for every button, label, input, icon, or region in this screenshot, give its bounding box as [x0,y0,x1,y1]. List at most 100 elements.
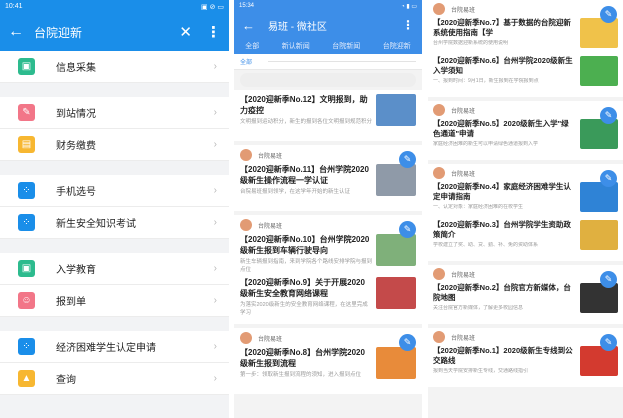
article-title[interactable]: 【2020迎新季No.4】家庭经济困难学生认定申请指南 [433,182,576,202]
article-item[interactable]: 【2020迎新季No.12】文明报到，助力疫控文明报到运动积分，新生的报到各位文… [240,94,416,134]
article-title[interactable]: 【2020迎新季No.6】台州学院2020级新生入学须知 [433,56,576,76]
menu-item[interactable]: ▲ 查询 › [0,363,229,395]
channel-tab[interactable]: 台院新闻 [332,41,360,51]
avatar[interactable] [433,104,445,116]
article-item[interactable]: 【2020迎新季No.7】基于数据的台院迎新系统使用指南【学 台州学院数据迎新系统… [433,18,618,54]
status-icons: ▣ ⊘ ▭ [201,3,224,11]
menu-item[interactable]: ▣ 信息采集 › [0,51,229,83]
search-bar[interactable] [240,73,416,87]
article-thumbnail[interactable] [580,119,618,149]
author-name: 台院易班 [451,108,476,115]
compose-pencil-icon[interactable]: ✎ [399,221,416,238]
author-name: 台院易班 [451,7,476,14]
article-item[interactable]: 【2020迎新季No.9】关于开展2020级新生安全教育网络课程为落实2020级… [240,277,416,317]
article-summary: 文明报到运动积分，新生的报到各位文明报到规范积分 [240,119,372,125]
menu-item[interactable]: ▤ 财务缴费 › [0,129,229,161]
chevron-right-icon: › [213,139,217,150]
avatar[interactable] [240,219,252,231]
article-title[interactable]: 【2020迎新季No.12】文明报到，助力疫控 [240,94,372,116]
article-item[interactable]: 【2020迎新季No.10】台州学院2020级新生报到车辆行驶导向 新生车辆报到指… [240,234,416,274]
chevron-right-icon: › [213,217,217,228]
compose-pencil-icon[interactable]: ✎ [399,151,416,168]
post-card: 台院易班【2020迎新季No.5】2020级新生入学"绿色通道"申请 家庭经济困难… [428,101,623,160]
post-author: 台院易班 [433,167,618,179]
article-item[interactable]: 【2020迎新季No.1】2020级新生专线到公交路线 报到当天学院安排新生专线，… [433,346,618,382]
menu-item[interactable]: ☺ 报到单 › [0,285,229,317]
article-thumbnail[interactable] [580,18,618,48]
article-thumbnail[interactable] [580,283,618,313]
menu-item[interactable]: ▣ 入学教育 › [0,253,229,285]
more-options-icon[interactable]: ⋮ [402,18,414,32]
author-name: 台院易班 [451,335,476,342]
chevron-right-icon: › [213,373,217,384]
avatar[interactable] [433,331,445,343]
article-thumbnail[interactable] [580,182,618,212]
compose-pencil-icon[interactable]: ✎ [600,271,617,288]
avatar[interactable] [240,149,252,161]
menu-item-label: 新生安全知识考试 [56,219,136,230]
filter-all[interactable]: 全部 [240,57,252,66]
article-title[interactable]: 【2020迎新季No.7】基于数据的台院迎新系统使用指南【学 [433,18,576,38]
article-title[interactable]: 【2020迎新季No.9】关于开展2020级新生安全教育网络课程 [240,277,372,299]
menu-item[interactable]: ⁘ 手机选号 › [0,175,229,207]
article-thumbnail[interactable] [376,277,416,309]
article-thumbnail[interactable] [376,234,416,266]
menu-item[interactable]: ⁘ 新生安全知识考试 › [0,207,229,239]
chevron-right-icon: › [213,61,217,72]
channel-tab[interactable]: 新认新闻 [282,41,310,51]
article-thumbnail[interactable] [580,56,618,86]
compose-pencil-icon[interactable]: ✎ [600,170,617,187]
yiban-feed-continued-screen: 台院易班 【2020迎新季No.7】基于数据的台院迎新系统使用指南【学 台州学院数据… [428,0,623,418]
post-card: 台院易班【2020迎新季No.8】台州学院2020级新生报到流程第一步：领取新生… [234,328,422,394]
back-arrow-icon[interactable]: ← [8,23,34,41]
article-item[interactable]: 【2020迎新季No.11】台州学院2020级新生操作流程一学认证 台院易班报到领… [240,164,416,204]
post-author: 台院易班 [433,331,618,343]
avatar[interactable] [433,167,445,179]
article-title[interactable]: 【2020迎新季No.8】台州学院2020级新生报到流程 [240,347,372,369]
article-thumbnail[interactable] [376,347,416,379]
channel-tab[interactable]: 台院迎新 [383,41,411,51]
article-item[interactable]: 【2020迎新季No.2】台院官方新媒体，台院地图 关注台院官方新媒体，了解更多校… [433,283,618,319]
back-arrow-icon[interactable]: ← [242,18,268,33]
article-item[interactable]: 【2020迎新季No.5】2020级新生入学"绿色通道"申请 家庭经济困难的新生可… [433,119,618,155]
article-summary: 第一步：领取新生报到流程的须知，进入报到点位 [240,372,362,378]
avatar[interactable] [240,332,252,344]
article-thumbnail[interactable] [376,164,416,196]
article-item[interactable]: 【2020迎新季No.8】台州学院2020级新生报到流程第一步：领取新生报到流程… [240,347,416,387]
article-title[interactable]: 【2020迎新季No.3】台州学院学生资助政策简介 [433,220,576,240]
article-summary: 为落实2020级新生的安全教育网络课程，在这里完成学习 [240,302,368,316]
article-title[interactable]: 【2020迎新季No.5】2020级新生入学"绿色通道"申请 [433,119,576,139]
yiban-community-screen: 15:34 ◔ ▮ ▭ ← 易班 - 微社区 ⋮ 全部 新认新闻 台院新闻 台院迎新 … [234,0,422,418]
article-thumbnail[interactable] [376,94,416,126]
menu-item[interactable]: ⁘ 经济困难学生认定申请 › [0,331,229,363]
article-title[interactable]: 【2020迎新季No.2】台院官方新媒体，台院地图 [433,283,576,303]
compose-pencil-icon[interactable]: ✎ [399,334,416,351]
compose-pencil-icon[interactable]: ✎ [600,6,617,23]
close-icon[interactable]: ✕ [179,23,192,41]
wallet-icon: ▤ [18,136,35,153]
article-thumbnail[interactable] [580,220,618,250]
article-item[interactable]: 【2020迎新季No.3】台州学院学生资助政策简介 学校建立了奖、助、贷、勤、补、… [433,220,618,256]
author-name: 台院易班 [258,223,283,230]
article-text: 【2020迎新季No.10】台州学院2020级新生报到车辆行驶导向 新生车辆报到指… [240,234,376,274]
avatar[interactable] [433,3,445,15]
article-title[interactable]: 【2020迎新季No.1】2020级新生专线到公交路线 [433,346,576,366]
article-title[interactable]: 【2020迎新季No.11】台州学院2020级新生操作流程一学认证 [240,164,372,186]
chevron-right-icon: › [213,341,217,352]
channel-tabs: 全部 新认新闻 台院新闻 台院迎新 [234,38,422,54]
avatar[interactable] [433,268,445,280]
article-thumbnail[interactable] [580,346,618,376]
post-author: 台院易班 [240,332,416,344]
compose-pencil-icon[interactable]: ✎ [600,334,617,351]
article-title[interactable]: 【2020迎新季No.10】台州学院2020级新生报到车辆行驶导向 [240,234,372,256]
menu-item-label: 查询 [56,375,76,386]
article-item[interactable]: 【2020迎新季No.4】家庭经济困难学生认定申请指南 一、认定对象：家庭经济困难… [433,182,618,218]
menu-item[interactable]: ✎ 到站情况 › [0,97,229,129]
more-options-icon[interactable]: ⋮ [206,23,221,41]
status-bar: 15:34 ◔ ▮ ▭ [234,0,422,12]
article-item[interactable]: 【2020迎新季No.6】台州学院2020级新生入学须知 一、报到时间：9月1日，… [433,56,618,92]
compose-pencil-icon[interactable]: ✎ [600,107,617,124]
channel-tab[interactable]: 全部 [245,41,259,51]
